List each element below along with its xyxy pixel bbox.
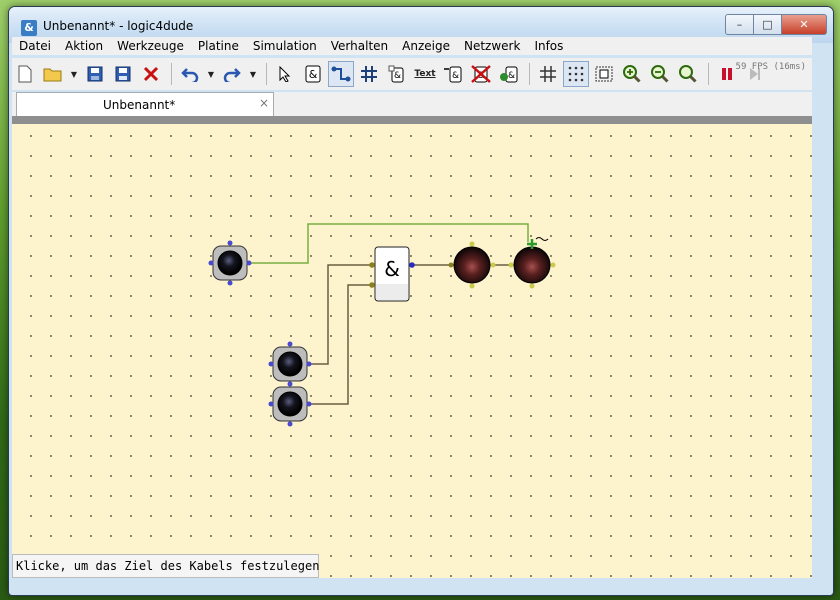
chevron-down-icon: ▼ (249, 69, 257, 79)
svg-text:&: & (508, 71, 515, 81)
junction-icon (361, 66, 377, 82)
status-bar: Klicke, um das Ziel des Kabels festzuleg… (12, 554, 319, 578)
redo-button[interactable] (219, 61, 245, 87)
save-as-button[interactable] (110, 61, 136, 87)
dot-grid-toggle-button[interactable] (563, 61, 589, 87)
fit-view-button[interactable] (591, 61, 617, 87)
new-button[interactable] (12, 61, 38, 87)
zoom-in-button[interactable] (619, 61, 645, 87)
window-controls: – □ ✕ (725, 14, 827, 35)
insert-gate-button[interactable]: & (440, 61, 466, 87)
zoom-out-button[interactable] (647, 61, 673, 87)
junction-tool-button[interactable] (356, 61, 382, 87)
undo-button[interactable] (177, 61, 203, 87)
fit-icon (595, 66, 613, 82)
zoom-in-icon (623, 65, 641, 83)
zoom-out-icon (651, 65, 669, 83)
window-title: Unbenannt* - logic4dude (43, 19, 194, 33)
maximize-button[interactable]: □ (754, 14, 782, 35)
menu-anzeige[interactable]: Anzeige (395, 39, 457, 53)
grid-toggle-button[interactable] (535, 61, 561, 87)
select-tool-button[interactable] (272, 61, 298, 87)
delete-button[interactable] (138, 61, 164, 87)
minimize-button[interactable]: – (725, 14, 754, 35)
macro-tool-button[interactable]: & (496, 61, 522, 87)
circuit-canvas[interactable]: & (12, 124, 812, 578)
circuit-drawing: & (208, 223, 556, 427)
redo-icon (223, 68, 241, 82)
save-as-icon (115, 66, 131, 82)
chevron-down-icon: ▼ (70, 69, 78, 79)
zoom-reset-button[interactable] (675, 61, 701, 87)
select-icon (279, 66, 291, 82)
menu-netzwerk[interactable]: Netzwerk (457, 39, 527, 53)
dot-grid-icon (568, 66, 584, 82)
svg-text:&: & (452, 71, 459, 81)
toolbar: ▼ ▼ ▼ & & Text & & & 59 FPS (16ms) (12, 58, 812, 90)
component-tool-button[interactable]: & (384, 61, 410, 87)
undo-icon (181, 68, 199, 82)
and-gate-icon: & (305, 65, 321, 83)
input-switch-3[interactable] (268, 381, 312, 427)
macro-icon: & (500, 66, 518, 83)
new-icon (18, 65, 32, 83)
toolbar-separator (171, 63, 172, 85)
insert-gate-icon: & (444, 66, 462, 83)
app-icon: & (21, 20, 37, 36)
remove-gate-button[interactable]: & (468, 61, 494, 87)
svg-text:&: & (394, 71, 401, 81)
toolbar-separator (266, 63, 267, 85)
text-icon: Text (414, 69, 436, 79)
pause-icon (722, 68, 732, 80)
save-icon (87, 66, 103, 82)
menu-verhalten[interactable]: Verhalten (324, 39, 395, 53)
wire-tool-button[interactable] (328, 61, 354, 87)
open-button[interactable] (40, 61, 66, 87)
open-icon (43, 68, 62, 82)
redo-dropdown[interactable]: ▼ (247, 61, 259, 87)
wire-tool-icon (331, 66, 351, 82)
menu-platine[interactable]: Platine (191, 39, 246, 53)
zoom-reset-icon (679, 65, 697, 83)
menu-aktion[interactable]: Aktion (58, 39, 110, 53)
component-icon: & (388, 65, 404, 83)
output-lamp-2[interactable] (508, 239, 556, 289)
wire[interactable] (308, 284, 378, 405)
text-tool-button[interactable]: Text (412, 61, 438, 87)
grid-icon (540, 66, 556, 82)
wire[interactable] (308, 264, 378, 365)
input-switch-1[interactable] (208, 240, 252, 286)
undo-dropdown[interactable]: ▼ (205, 61, 217, 87)
save-button[interactable] (82, 61, 108, 87)
menu-bar: Datei Aktion Werkzeuge Platine Simulatio… (12, 37, 812, 55)
menu-simulation[interactable]: Simulation (246, 39, 324, 53)
input-switch-2[interactable] (268, 341, 312, 382)
remove-gate-icon: & (471, 65, 491, 83)
and-gate-symbol: & (384, 257, 400, 281)
canvas-frame: & (12, 116, 812, 578)
tab-label: Unbenannt* (103, 98, 176, 112)
tab-close-icon[interactable]: × (259, 96, 269, 110)
chevron-down-icon: ▼ (207, 69, 215, 79)
and-gate[interactable]: & (369, 246, 415, 302)
fps-counter: 59 FPS (16ms) (735, 62, 806, 72)
svg-text:&: & (309, 68, 318, 81)
menu-infos[interactable]: Infos (527, 39, 570, 53)
tab-unbenannt[interactable]: Unbenannt* × (16, 92, 274, 116)
menu-datei[interactable]: Datei (12, 39, 58, 53)
output-lamp-1[interactable] (448, 241, 496, 289)
gate-tool-button[interactable]: & (300, 61, 326, 87)
close-button[interactable]: ✕ (782, 14, 827, 35)
menu-werkzeuge[interactable]: Werkzeuge (110, 39, 191, 53)
toolbar-separator (708, 63, 709, 85)
toolbar-separator (529, 63, 530, 85)
document-tabs: Unbenannt* × (12, 92, 812, 116)
delete-icon (143, 66, 159, 82)
open-dropdown[interactable]: ▼ (68, 61, 80, 87)
wire-cursor-icon (535, 237, 549, 241)
